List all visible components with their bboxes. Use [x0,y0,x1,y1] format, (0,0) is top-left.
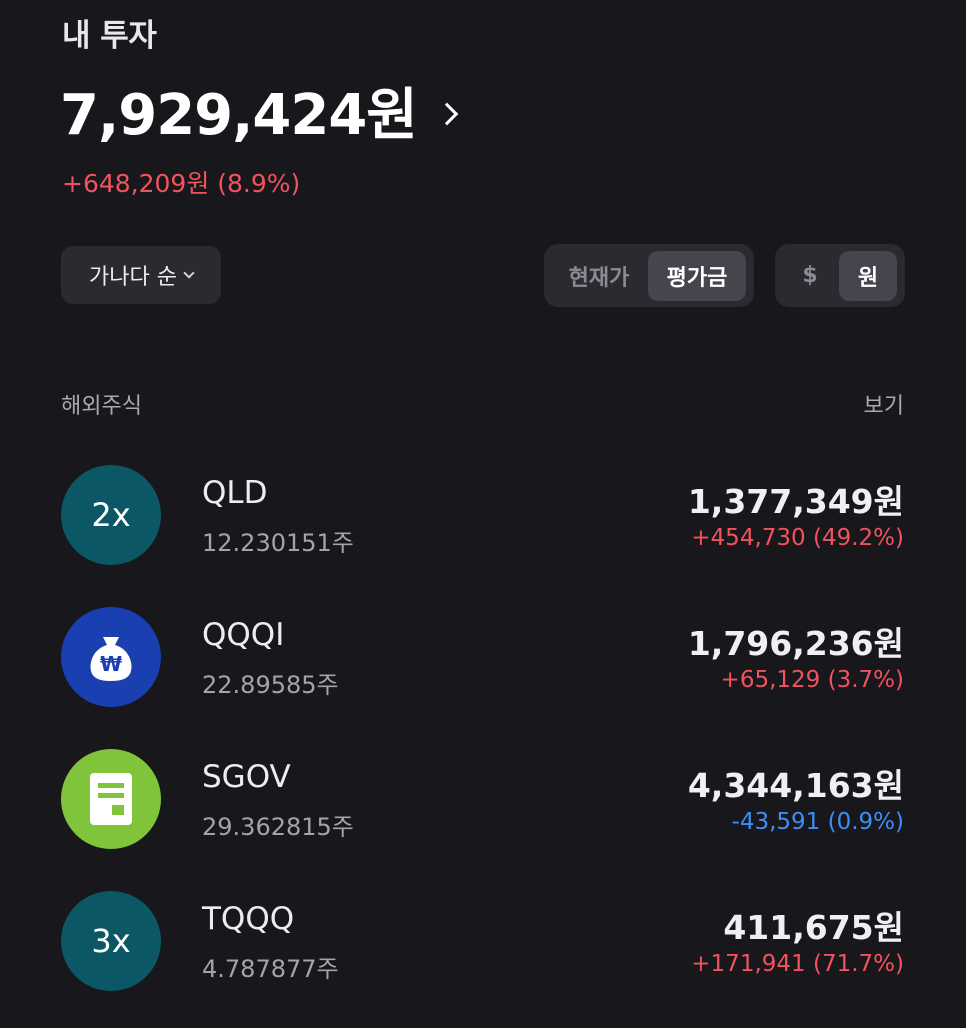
toggle-current-price[interactable]: 현재가 [550,251,648,301]
holding-value: 1,377,349원 [687,482,904,521]
holding-name: SGOV [202,759,291,795]
total-gain: +648,209원 (8.9%) [62,169,301,198]
money-bag-won-icon: ₩ [61,607,161,707]
currency-toggle: $ 원 [775,244,905,307]
holding-value: 1,796,236원 [687,624,904,663]
holding-name: QLD [202,475,268,511]
section-label: 해외주식 [61,394,142,419]
holding-quantity: 12.230151주 [202,529,354,557]
sort-label: 가나다 순 [89,265,177,290]
document-icon [61,749,161,849]
chevron-down-icon [183,267,195,279]
holding-value: 411,675원 [723,908,904,947]
sort-dropdown-button[interactable]: 가나다 순 [61,246,221,304]
holding-name: TQQQ [202,901,295,937]
holding-change: -43,591 (0.9%) [731,809,904,835]
svg-text:₩: ₩ [100,652,122,676]
holding-row-qqqi[interactable]: ₩ QQQI 22.89585주 1,796,236원 +65,129 (3.7… [0,607,966,717]
document-svg [90,773,132,825]
view-button[interactable]: 보기 [864,388,904,420]
holding-quantity: 4.787877주 [202,955,339,983]
investment-screen: 내 투자 7,929,424원 +648,209원 (8.9%) 가나다 순 현… [0,0,966,1028]
holding-quantity: 29.362815주 [202,813,354,841]
toggle-krw[interactable]: 원 [839,250,897,301]
toggle-valuation[interactable]: 평가금 [648,250,746,301]
logo-text: 3x [91,922,131,960]
holding-row-sgov[interactable]: SGOV 29.362815주 4,344,163원 -43,591 (0.9%… [0,749,966,859]
logo-3x-icon: 3x [61,891,161,991]
toggle-usd[interactable]: $ [781,251,839,301]
holding-value: 4,344,163원 [687,766,904,805]
price-toggle: 현재가 평가금 [544,244,754,307]
chevron-right-icon[interactable] [435,102,459,125]
money-bag-svg: ₩ [90,637,132,681]
total-value-row[interactable]: 7,929,424원 [60,70,459,151]
holding-name: QQQI [202,617,285,653]
holding-change: +65,129 (3.7%) [720,667,904,693]
holding-row-qld[interactable]: 2x QLD 12.230151주 1,377,349원 +454,730 (4… [0,465,966,575]
total-value[interactable]: 7,929,424원 [60,70,418,151]
page-title: 내 투자 [62,18,157,54]
holding-change: +171,941 (71.7%) [691,951,904,977]
logo-2x-icon: 2x [61,465,161,565]
logo-text: 2x [91,496,131,534]
holding-row-tqqq[interactable]: 3x TQQQ 4.787877주 411,675원 +171,941 (71.… [0,891,966,1001]
holding-change: +454,730 (49.2%) [691,525,904,551]
holding-quantity: 22.89585주 [202,671,339,699]
